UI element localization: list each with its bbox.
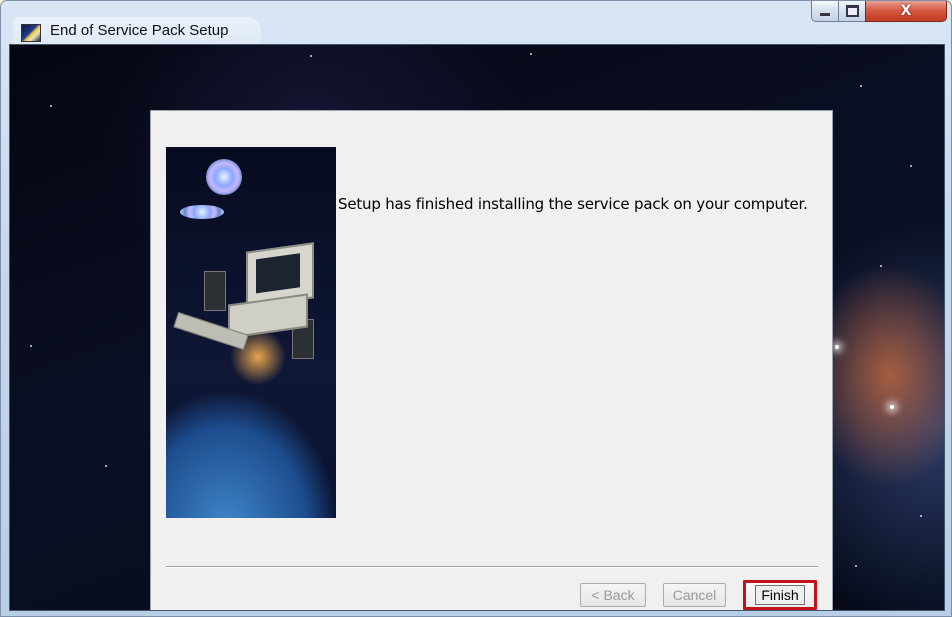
star [50, 105, 52, 107]
button-separator [166, 566, 818, 568]
finish-button[interactable]: Finish [743, 580, 817, 610]
minimize-button[interactable] [811, 1, 839, 22]
close-button[interactable]: X [865, 1, 947, 22]
star [920, 515, 922, 517]
star [880, 265, 882, 267]
cd-disc-icon [206, 159, 242, 195]
close-icon: X [900, 3, 912, 19]
cancel-button[interactable]: Cancel [663, 583, 726, 607]
wizard-panel: Setup has finished installing the servic… [150, 110, 833, 610]
star [105, 465, 107, 467]
star [860, 85, 862, 87]
minimize-icon [819, 11, 831, 17]
star [310, 55, 312, 57]
back-button[interactable]: < Back [580, 583, 646, 607]
caption-buttons: X [811, 1, 947, 23]
setup-app-icon[interactable] [21, 24, 41, 42]
maximize-icon [845, 5, 859, 17]
star [530, 53, 532, 55]
maximize-button[interactable] [838, 1, 866, 22]
window-title: End of Service Pack Setup [50, 22, 229, 39]
completion-message: Setup has finished installing the servic… [338, 195, 808, 213]
star [30, 345, 32, 347]
computer-in-space-illustration [166, 147, 336, 518]
star-flare [835, 345, 839, 349]
monitor-screen [256, 253, 300, 294]
setup-window: End of Service Pack Setup X Setup has fi… [0, 0, 952, 617]
speaker-icon [204, 271, 226, 311]
star [855, 565, 857, 567]
cd-disc-icon [180, 205, 224, 219]
star-flare [890, 405, 894, 409]
title-bar[interactable]: End of Service Pack Setup X [1, 1, 951, 45]
space-background: Setup has finished installing the servic… [9, 44, 945, 611]
star [910, 165, 912, 167]
finish-button-label: Finish [755, 585, 805, 605]
